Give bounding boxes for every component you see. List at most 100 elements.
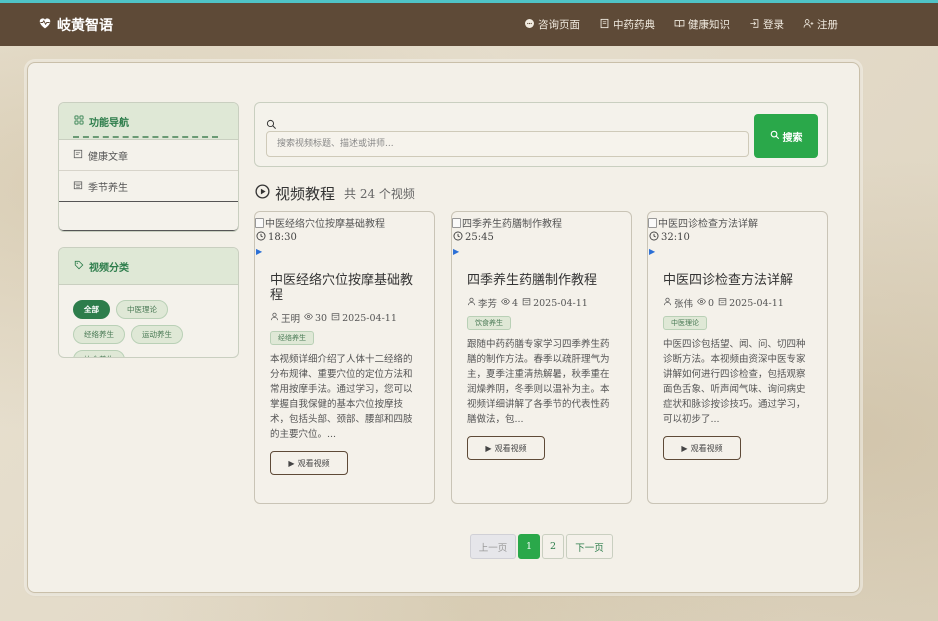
search-input[interactable] (266, 131, 749, 157)
section-title: 视频教程 (275, 185, 336, 203)
video-title[interactable]: 中医四诊检查方法详解 (663, 273, 813, 288)
video-tag: 饮食养生 (467, 316, 511, 330)
nav-link-consult[interactable]: 咨询页面 (524, 17, 580, 32)
video-views: 30 (315, 312, 328, 324)
section-header: 视频教程 共 24 个视频 (255, 183, 415, 204)
video-thumbnail[interactable]: 四季养生药膳制作教程 (452, 215, 562, 230)
video-duration: 32:10 (649, 231, 690, 244)
video-duration: 25:45 (453, 231, 494, 244)
play-icon: ▶ (288, 458, 295, 468)
watch-video-button[interactable]: ▶ 观看视频 (270, 451, 348, 475)
video-card: 中医四诊检查方法详解 32:10 ▶ 中医四诊检查方法详解 张伟 0 2025-… (647, 211, 828, 504)
play-icon[interactable]: ▶ (453, 247, 459, 256)
clock-icon (649, 231, 659, 244)
watch-button-label: 观看视频 (690, 443, 723, 453)
calendar-icon (331, 312, 340, 324)
video-description: 本视频详细介绍了人体十二经络的分布规律、重要穴位的定位方法和常用按摩手法。通过学… (270, 354, 413, 440)
video-description: 跟随中药药膳专家学习四季养生药膳的制作方法。春季以疏肝理气为主，夏季注重清热解暑… (467, 339, 610, 425)
sidebar-function-nav: 功能导航 健康文章 季节养生 (58, 102, 239, 232)
sidebar-empty-slot[interactable] (59, 201, 238, 231)
watch-button-label: 观看视频 (297, 458, 330, 468)
thumbnail-alt-text: 中医经络穴位按摩基础教程 (265, 219, 385, 230)
video-views: 0 (708, 297, 715, 309)
article-icon (73, 149, 83, 162)
category-chip-exercise[interactable]: 运动养生 (131, 325, 183, 344)
calendar-icon (718, 297, 727, 309)
user-icon (270, 312, 279, 324)
search-icon (770, 130, 780, 143)
video-title[interactable]: 四季养生药膳制作教程 (467, 273, 617, 288)
video-thumbnail[interactable]: 中医经络穴位按摩基础教程 (255, 215, 385, 230)
video-meta: 王明 30 2025-04-11 (270, 311, 397, 325)
nav-link-login[interactable]: 登录 (749, 17, 784, 32)
sidebar-nav-title: 功能导航 (89, 117, 129, 129)
video-author: 张伟 (674, 299, 694, 310)
category-chip-theory[interactable]: 中医理论 (116, 300, 168, 319)
pagination: 上一页 1 2 下一页 (470, 534, 613, 559)
play-icon: ▶ (681, 443, 688, 453)
eye-icon (304, 312, 313, 324)
video-thumbnail[interactable]: 中医四诊检查方法详解 (648, 215, 758, 230)
video-meta: 张伟 0 2025-04-11 (663, 296, 784, 310)
eye-icon (501, 297, 510, 309)
search-button[interactable]: 搜索 (754, 114, 818, 158)
category-chip-all[interactable]: 全部 (73, 300, 110, 319)
category-chips: 全部 中医理论 经络养生 运动养生 饮食养生 (59, 285, 238, 357)
category-chip-diet[interactable]: 饮食养生 (73, 350, 125, 357)
video-tag: 中医理论 (663, 316, 707, 330)
duration-text: 32:10 (661, 232, 690, 243)
grid-icon (74, 115, 84, 128)
video-duration: 18:30 (256, 231, 297, 244)
thumbnail-alt-text: 中医四诊检查方法详解 (658, 219, 758, 230)
video-date: 2025-04-11 (342, 312, 397, 324)
nav-link-register[interactable]: 注册 (803, 17, 838, 32)
video-description: 中医四诊包括望、闻、问、切四种诊断方法。本视频由资深中医专家讲解如何进行四诊检查… (663, 339, 806, 425)
prev-page-button[interactable]: 上一页 (470, 534, 516, 559)
nav-link-label: 注册 (817, 19, 838, 31)
broken-image-icon (255, 217, 264, 228)
nav-link-label: 健康知识 (688, 19, 730, 31)
watch-video-button[interactable]: ▶ 观看视频 (663, 436, 741, 460)
nav-link-label: 登录 (763, 19, 784, 31)
nav-link-health[interactable]: 健康知识 (674, 17, 730, 32)
user-plus-icon (803, 18, 814, 32)
search-button-label: 搜索 (782, 132, 803, 144)
sidebar-category-title: 视频分类 (89, 262, 129, 274)
sidebar-item-articles[interactable]: 健康文章 (59, 140, 238, 171)
nav-links: 咨询页面 中药药典 健康知识 登录 注册 (524, 17, 838, 32)
clock-icon (453, 231, 463, 244)
nav-link-herbal[interactable]: 中药药典 (599, 17, 655, 32)
play-icon: ▶ (485, 443, 492, 453)
sidebar-item-seasonal[interactable]: 季节养生 (59, 171, 238, 202)
thumbnail-alt-text: 四季养生药膳制作教程 (462, 219, 562, 230)
sidebar-item-label: 健康文章 (88, 151, 128, 163)
page-button-1[interactable]: 1 (518, 534, 540, 559)
video-author: 李芳 (478, 299, 498, 310)
login-icon (749, 18, 760, 32)
calendar-icon (522, 297, 531, 309)
sidebar-video-categories: 视频分类 全部 中医理论 经络养生 运动养生 饮食养生 (58, 247, 239, 358)
play-icon[interactable]: ▶ (256, 247, 262, 256)
sidebar-category-header: 视频分类 (59, 248, 238, 285)
video-card: 中医经络穴位按摩基础教程 18:30 ▶ 中医经络穴位按摩基础教程 王明 30 … (254, 211, 435, 504)
page-button-2[interactable]: 2 (542, 534, 564, 559)
play-icon[interactable]: ▶ (649, 247, 655, 256)
navbar: 岐黄智语 咨询页面 中药药典 健康知识 登录 注册 (0, 3, 938, 46)
dashed-divider (73, 136, 218, 138)
video-author: 王明 (281, 314, 301, 325)
video-date: 2025-04-11 (533, 297, 588, 309)
video-title[interactable]: 中医经络穴位按摩基础教程 (270, 273, 420, 303)
brand-logo[interactable]: 岐黄智语 (38, 15, 113, 35)
broken-image-icon (452, 217, 461, 228)
nav-link-label: 中药药典 (613, 19, 655, 31)
tag-icon (74, 260, 84, 273)
duration-text: 18:30 (268, 232, 297, 243)
watch-video-button[interactable]: ▶ 观看视频 (467, 436, 545, 460)
brand-name: 岐黄智语 (57, 17, 113, 34)
category-chip-meridian[interactable]: 经络养生 (73, 325, 125, 344)
duration-text: 25:45 (465, 232, 494, 243)
next-page-button[interactable]: 下一页 (566, 534, 613, 559)
nav-link-label: 咨询页面 (538, 19, 580, 31)
sidebar-nav-header: 功能导航 (59, 103, 238, 140)
heart-pulse-icon (38, 16, 52, 33)
